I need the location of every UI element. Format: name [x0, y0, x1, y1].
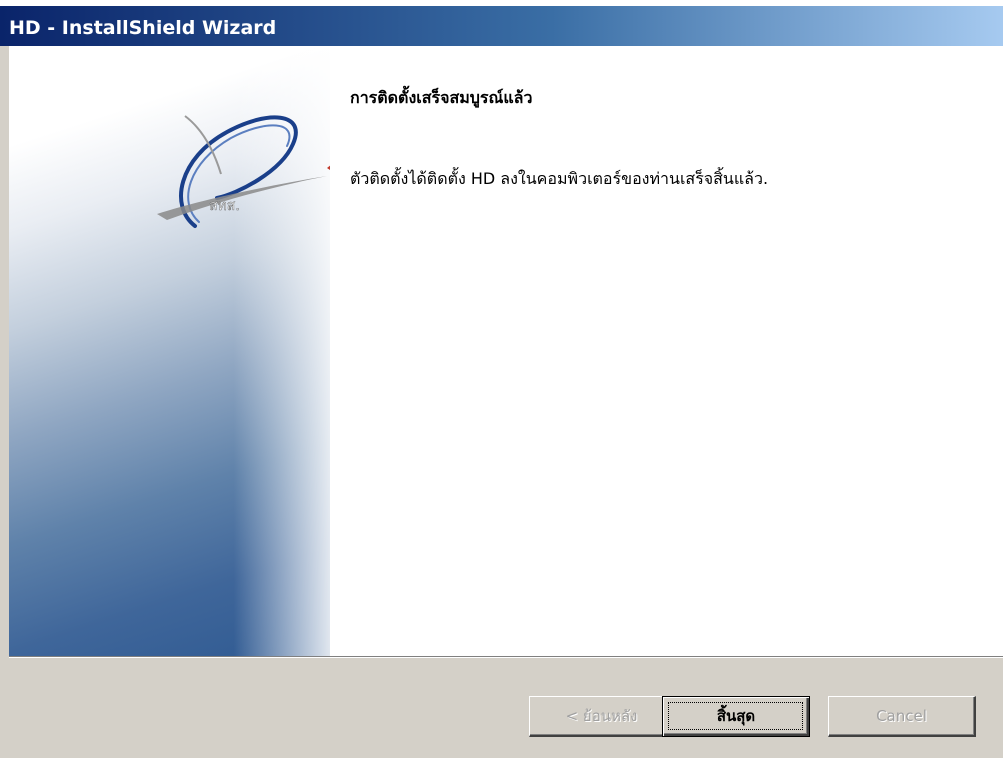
installshield-wizard-window: HD - InstallShield Wizard สทส. การติดตั้…	[0, 0, 1003, 758]
back-button[interactable]: < ย้อนหลัง	[529, 696, 675, 737]
window-title: HD - InstallShield Wizard	[9, 17, 277, 39]
logo-text: สทส.	[209, 198, 240, 214]
stg-swoosh-logo-icon: สทส.	[157, 115, 330, 228]
button-bar-separator	[9, 656, 1003, 658]
completion-message: ตัวติดตั้งได้ติดตั้ง HD ลงในคอมพิวเตอร์ข…	[350, 169, 769, 188]
page-title: การติดตั้งเสร็จสมบูรณ์แล้ว	[350, 88, 533, 107]
wizard-content: สทส. การติดตั้งเสร็จสมบูรณ์แล้ว ตัวติดตั…	[9, 46, 1003, 656]
side-banner: สทส.	[9, 46, 330, 656]
finish-button-label: สิ้นสุด	[716, 707, 756, 725]
title-bar[interactable]: HD - InstallShield Wizard	[0, 0, 1003, 46]
cancel-button[interactable]: Cancel	[828, 696, 976, 737]
finish-button[interactable]: สิ้นสุด	[662, 696, 810, 737]
window-left-frame	[0, 46, 9, 758]
